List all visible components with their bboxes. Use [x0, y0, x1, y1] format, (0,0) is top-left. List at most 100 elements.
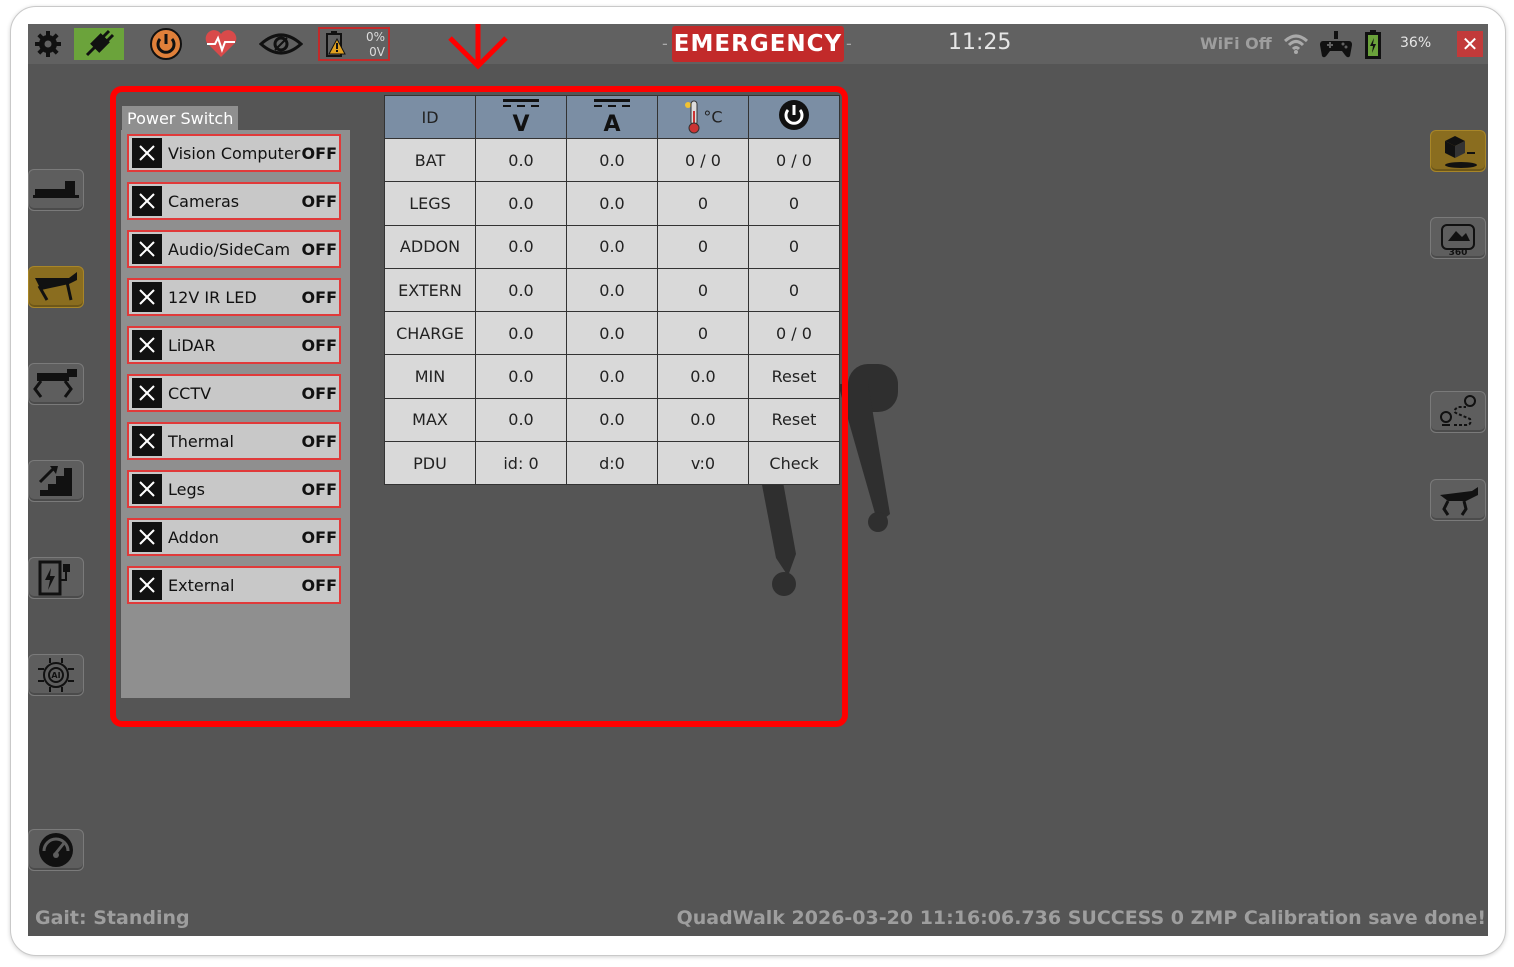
table-cell: MAX	[384, 397, 476, 443]
table-cell: 0.0	[657, 354, 749, 399]
col-header-temp: °C	[657, 95, 749, 139]
table-row: MAX 0.0 0.0 0.0 Reset	[384, 397, 840, 443]
table-cell: 0.0	[566, 397, 658, 443]
power-item-state: OFF	[301, 575, 337, 595]
close-icon[interactable]	[132, 570, 162, 600]
box-view-icon[interactable]	[1430, 130, 1486, 172]
power-item-vision-computer[interactable]: Vision Computer OFF	[127, 134, 341, 172]
power-item-legs[interactable]: Legs OFF	[127, 470, 341, 508]
table-header-row: ID V A °C	[384, 95, 840, 139]
battery-percent: 36%	[1400, 35, 1432, 51]
route-icon[interactable]	[1430, 391, 1486, 433]
table-cell: LEGS	[384, 181, 476, 226]
reset-max-button[interactable]: Reset	[748, 397, 840, 443]
close-icon[interactable]	[132, 186, 162, 216]
power-item-state: OFF	[301, 527, 337, 547]
col-header-id: ID	[384, 95, 476, 139]
svg-text:AI: AI	[51, 671, 60, 680]
reset-min-button[interactable]: Reset	[748, 354, 840, 399]
close-icon[interactable]	[132, 474, 162, 504]
power-item-audio-sidecam[interactable]: Audio/SideCam OFF	[127, 230, 341, 268]
table-row: EXTERN 0.0 0.0 0 0	[384, 267, 840, 313]
close-icon[interactable]	[132, 282, 162, 312]
power-item-state: OFF	[301, 143, 337, 163]
svg-text:360: 360	[1449, 248, 1468, 257]
heartbeat-icon[interactable]	[202, 28, 240, 60]
power-item-thermal[interactable]: Thermal OFF	[127, 422, 341, 460]
table-cell: 0 / 0	[657, 137, 749, 183]
power-item-lidar[interactable]: LiDAR OFF	[127, 326, 341, 364]
power-item-label: Thermal	[168, 431, 234, 451]
table-row: ADDON 0.0 0.0 0 0	[384, 224, 840, 269]
power-item-12v-ir-led[interactable]: 12V IR LED OFF	[127, 278, 341, 316]
power-item-cameras[interactable]: Cameras OFF	[127, 182, 341, 220]
close-icon[interactable]: ✕	[1457, 31, 1483, 57]
table-cell: 0.0	[475, 181, 567, 226]
speedometer-icon[interactable]	[28, 829, 84, 871]
wifi-status: WiFi Off	[1200, 34, 1272, 53]
table-cell: ADDON	[384, 224, 476, 269]
close-icon[interactable]	[132, 234, 162, 264]
power-item-state: OFF	[301, 191, 337, 211]
power-item-label: Cameras	[168, 191, 240, 211]
power-icon[interactable]	[148, 28, 184, 60]
close-icon[interactable]	[132, 378, 162, 408]
close-icon[interactable]	[132, 522, 162, 552]
table-cell: PDU	[384, 441, 476, 486]
table-cell: 0	[748, 224, 840, 269]
table-row: CHARGE 0.0 0.0 0 0 / 0	[384, 311, 840, 356]
emergency-button[interactable]: EMERGENCY	[672, 26, 844, 62]
eye-icon[interactable]	[258, 28, 304, 60]
robot-dog-icon[interactable]	[1430, 479, 1486, 521]
table-cell: BAT	[384, 137, 476, 183]
robot-standing-icon[interactable]	[28, 363, 84, 405]
pdu-check-button[interactable]: Check	[748, 441, 840, 486]
power-item-external[interactable]: External OFF	[127, 566, 341, 604]
power-item-label: CCTV	[168, 383, 212, 403]
plug-icon[interactable]	[74, 28, 124, 60]
table-row: MIN 0.0 0.0 0.0 Reset	[384, 354, 840, 399]
power-item-label: Audio/SideCam	[168, 239, 291, 259]
power-item-label: External	[168, 575, 235, 595]
close-icon[interactable]	[132, 330, 162, 360]
wifi-icon	[1282, 28, 1310, 60]
power-switch-panel: Vision Computer OFF Cameras OFF Audio/Si…	[121, 130, 350, 698]
power-switch-tab[interactable]: Power Switch	[122, 106, 238, 130]
table-cell: 0.0	[475, 311, 567, 356]
ai-chip-icon[interactable]: AI	[28, 654, 84, 696]
table-row: PDU id: 0 d:0 v:0 Check	[384, 441, 840, 486]
table-cell: EXTERN	[384, 267, 476, 313]
power-item-cctv[interactable]: CCTV OFF	[127, 374, 341, 412]
camera-360-icon[interactable]: 360	[1430, 217, 1486, 259]
power-item-label: Legs	[168, 479, 205, 499]
power-item-state: OFF	[301, 287, 337, 307]
close-icon[interactable]	[132, 138, 162, 168]
table-cell: id: 0	[475, 441, 567, 486]
battery-warning-icon: 0% 0V	[318, 27, 390, 61]
emergency-dash-left: -	[662, 34, 668, 53]
table-cell: v:0	[657, 441, 749, 486]
table-row: LEGS 0.0 0.0 0 0	[384, 181, 840, 226]
gear-icon[interactable]	[32, 28, 64, 60]
charging-station-icon[interactable]	[28, 557, 84, 599]
table-cell: 0.0	[566, 137, 658, 183]
table-cell: 0.0	[657, 397, 749, 443]
stairs-icon[interactable]	[28, 460, 84, 502]
close-icon[interactable]	[132, 426, 162, 456]
power-item-state: OFF	[301, 239, 337, 259]
robot-lying-icon[interactable]	[28, 169, 84, 211]
col-header-v: V	[512, 112, 529, 134]
table-cell: 0	[748, 181, 840, 226]
voltage-icon: V	[475, 95, 567, 139]
table-cell: 0.0	[566, 311, 658, 356]
ampere-icon: A	[566, 95, 658, 139]
thermometer-icon	[685, 100, 700, 134]
battery-icon	[1362, 28, 1384, 60]
table-cell: 0	[657, 224, 749, 269]
table-cell: 0	[657, 311, 749, 356]
table-cell: 0.0	[566, 181, 658, 226]
power-item-addon[interactable]: Addon OFF	[127, 518, 341, 556]
power-item-label: Addon	[168, 527, 219, 547]
gait-status: Gait: Standing	[35, 907, 190, 929]
robot-sitting-icon[interactable]	[28, 266, 84, 308]
